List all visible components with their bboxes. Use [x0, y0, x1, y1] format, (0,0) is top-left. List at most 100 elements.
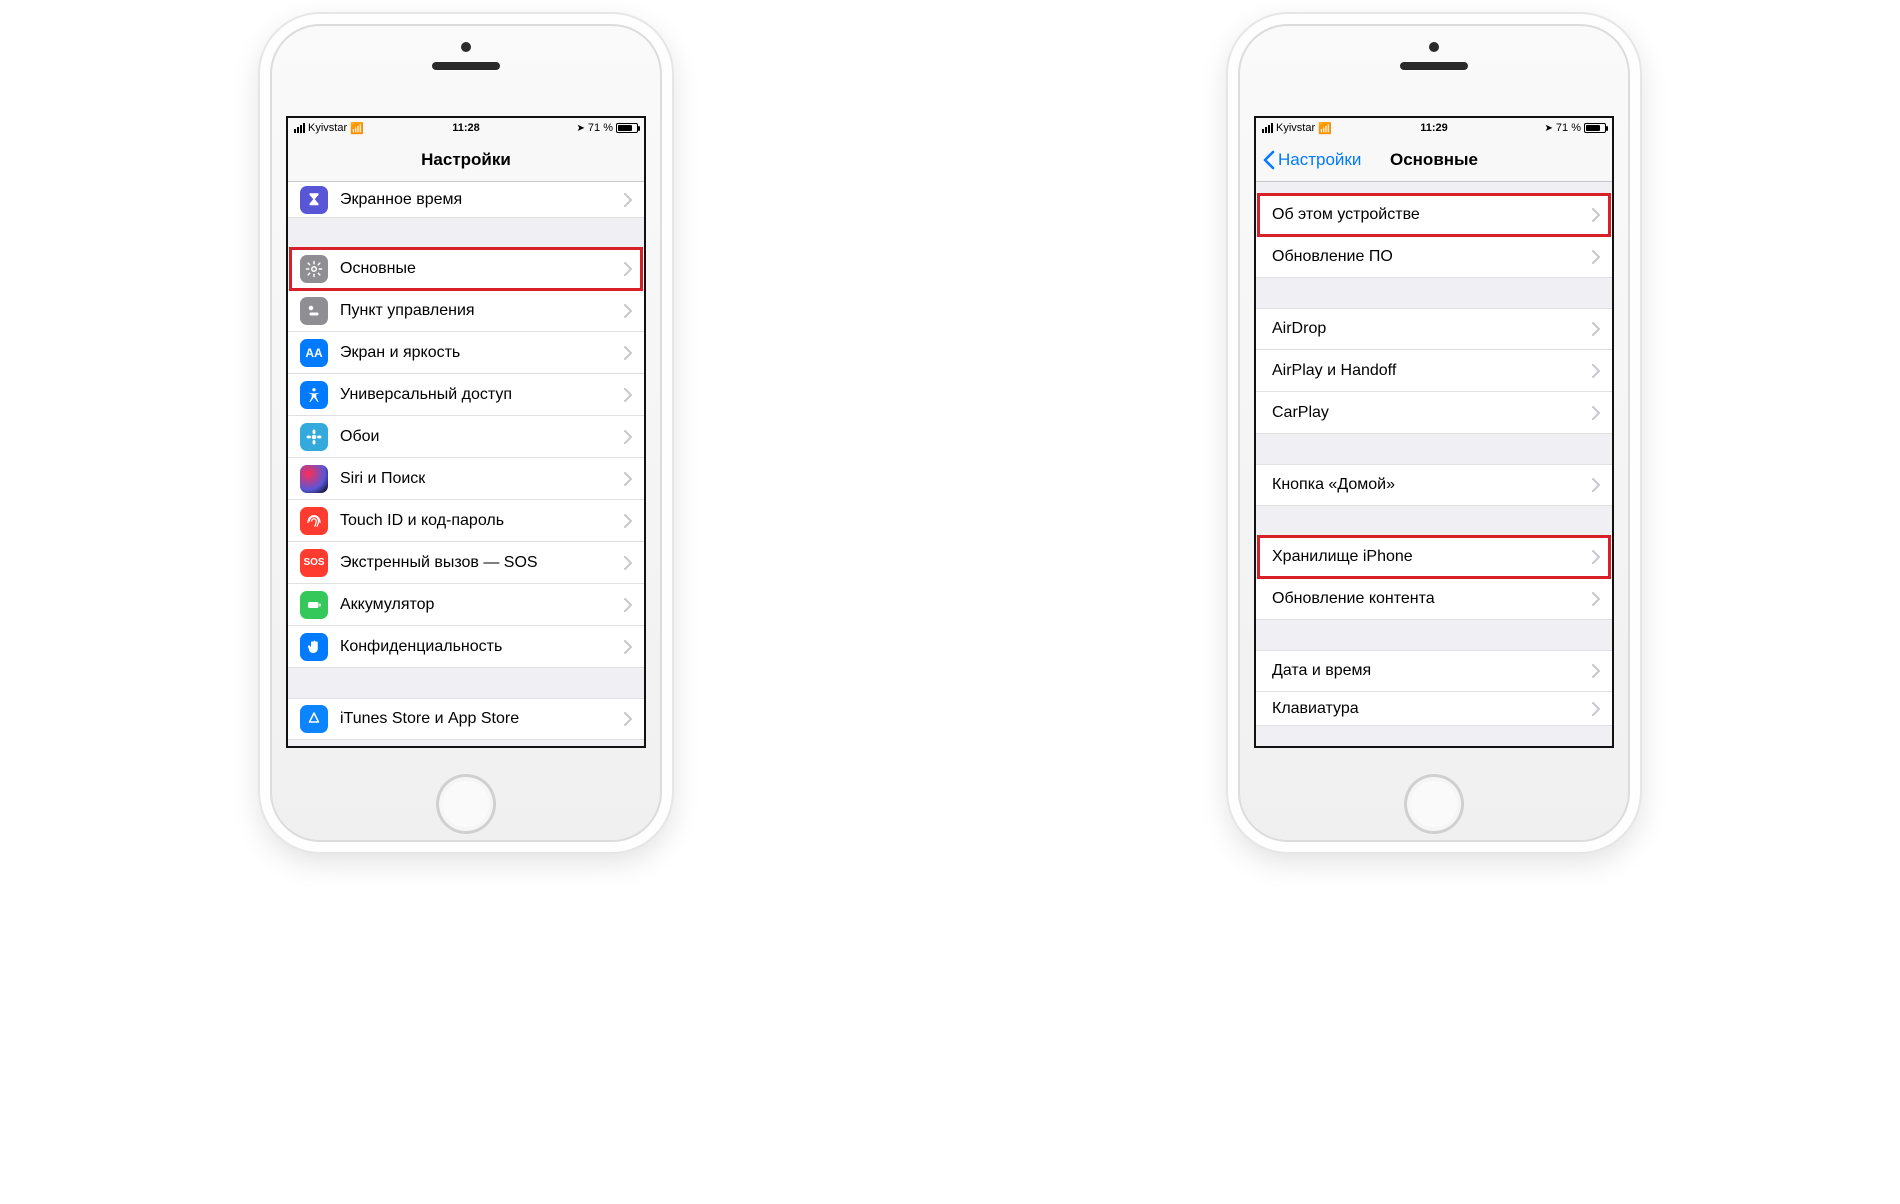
battery-percent: 71 % [588, 122, 613, 134]
row-privacy[interactable]: Конфиденциальность [288, 626, 644, 668]
row-siri-search[interactable]: Siri и Поиск [288, 458, 644, 500]
row-battery[interactable]: Аккумулятор [288, 584, 644, 626]
row-airplay-handoff[interactable]: AirPlay и Handoff [1256, 350, 1612, 392]
chevron-right-icon [624, 472, 632, 486]
group-spacer [1256, 506, 1612, 536]
appstore-icon [300, 705, 328, 733]
nav-title: Настройки [421, 150, 511, 170]
row-label: iTunes Store и App Store [340, 710, 618, 728]
chevron-right-icon [1592, 592, 1600, 606]
chevron-right-icon [1592, 364, 1600, 378]
chevron-right-icon [624, 556, 632, 570]
location-icon: ➤ [1545, 123, 1553, 134]
row-label: Хранилище iPhone [1272, 548, 1586, 566]
row-general[interactable]: Основные [288, 248, 644, 290]
clock: 11:29 [1420, 122, 1448, 134]
row-label: CarPlay [1272, 404, 1586, 422]
row-carplay[interactable]: CarPlay [1256, 392, 1612, 434]
siri-icon [300, 465, 328, 493]
text-size-icon: AA [300, 339, 328, 367]
row-label: Обои [340, 428, 618, 446]
row-label: Обновление контента [1272, 590, 1586, 608]
row-wallpaper[interactable]: Обои [288, 416, 644, 458]
sos-icon: SOS [300, 549, 328, 577]
row-label: Кнопка «Домой» [1272, 476, 1586, 494]
group-spacer [1256, 620, 1612, 650]
nav-bar: Настройки Основные [1256, 138, 1612, 182]
accessibility-icon [300, 381, 328, 409]
group-spacer [1256, 278, 1612, 308]
chevron-right-icon [1592, 702, 1600, 716]
row-display-brightness[interactable]: AA Экран и яркость [288, 332, 644, 374]
row-keyboard[interactable]: Клавиатура [1256, 692, 1612, 726]
chevron-right-icon [624, 640, 632, 654]
row-screen-time[interactable]: Экранное время [288, 182, 644, 218]
general-list[interactable]: Об этом устройстве Обновление ПО AirDrop… [1256, 182, 1612, 746]
chevron-right-icon [1592, 664, 1600, 678]
row-about[interactable]: Об этом устройстве [1256, 194, 1612, 236]
row-label: Экранное время [340, 191, 618, 209]
status-bar: Kyivstar 📶 11:28 ➤ 71 % [288, 118, 644, 138]
group-spacer [1256, 182, 1612, 194]
row-label: Обновление ПО [1272, 248, 1586, 266]
earpiece-speaker [1400, 62, 1468, 70]
row-accessibility[interactable]: Универсальный доступ [288, 374, 644, 416]
carrier-label: Kyivstar [308, 122, 347, 134]
gear-icon [300, 255, 328, 283]
battery-icon [1584, 123, 1606, 133]
row-label: Аккумулятор [340, 596, 618, 614]
row-iphone-storage[interactable]: Хранилище iPhone [1256, 536, 1612, 578]
row-background-app-refresh[interactable]: Обновление контента [1256, 578, 1612, 620]
nav-back-button[interactable]: Настройки [1262, 138, 1361, 181]
row-label: AirDrop [1272, 320, 1586, 338]
hand-icon [300, 633, 328, 661]
row-label: Клавиатура [1272, 700, 1586, 718]
row-itunes-appstore[interactable]: iTunes Store и App Store [288, 698, 644, 740]
row-date-time[interactable]: Дата и время [1256, 650, 1612, 692]
row-label: Пункт управления [340, 302, 618, 320]
chevron-right-icon [624, 430, 632, 444]
chevron-right-icon [1592, 406, 1600, 420]
chevron-right-icon [624, 193, 632, 207]
status-bar: Kyivstar 📶 11:29 ➤ 71 % [1256, 118, 1612, 138]
row-home-button[interactable]: Кнопка «Домой» [1256, 464, 1612, 506]
nav-title: Основные [1390, 150, 1478, 170]
clock: 11:28 [452, 122, 480, 134]
home-button[interactable] [436, 774, 496, 834]
row-emergency-sos[interactable]: SOS Экстренный вызов — SOS [288, 542, 644, 584]
flower-icon [300, 423, 328, 451]
hourglass-icon [300, 186, 328, 214]
iphone-device-left: Kyivstar 📶 11:28 ➤ 71 % Настройки [260, 14, 672, 852]
row-label: Универсальный доступ [340, 386, 618, 404]
chevron-right-icon [624, 346, 632, 360]
wifi-icon: 📶 [350, 122, 364, 135]
battery-row-icon [300, 591, 328, 619]
chevron-right-icon [1592, 478, 1600, 492]
chevron-right-icon [1592, 208, 1600, 222]
chevron-right-icon [1592, 322, 1600, 336]
chevron-right-icon [624, 388, 632, 402]
row-airdrop[interactable]: AirDrop [1256, 308, 1612, 350]
row-control-center[interactable]: Пункт управления [288, 290, 644, 332]
chevron-right-icon [624, 712, 632, 726]
group-spacer [288, 668, 644, 698]
sliders-icon [300, 297, 328, 325]
cellular-signal-icon [1262, 123, 1273, 133]
chevron-right-icon [1592, 250, 1600, 264]
row-label: Основные [340, 260, 618, 278]
chevron-left-icon [1262, 150, 1276, 170]
row-label: Touch ID и код-пароль [340, 512, 618, 530]
home-button[interactable] [1404, 774, 1464, 834]
row-label: Siri и Поиск [340, 470, 618, 488]
chevron-right-icon [624, 598, 632, 612]
row-software-update[interactable]: Обновление ПО [1256, 236, 1612, 278]
earpiece-speaker [432, 62, 500, 70]
fingerprint-icon [300, 507, 328, 535]
row-label: Экстренный вызов — SOS [340, 554, 618, 572]
screen: Kyivstar 📶 11:29 ➤ 71 % Настройки Основн… [1254, 116, 1614, 748]
front-camera [1429, 42, 1439, 52]
carrier-label: Kyivstar [1276, 122, 1315, 134]
row-label: Конфиденциальность [340, 638, 618, 656]
row-touch-id[interactable]: Touch ID и код-пароль [288, 500, 644, 542]
settings-list[interactable]: Экранное время Основные Пункт управления… [288, 182, 644, 746]
